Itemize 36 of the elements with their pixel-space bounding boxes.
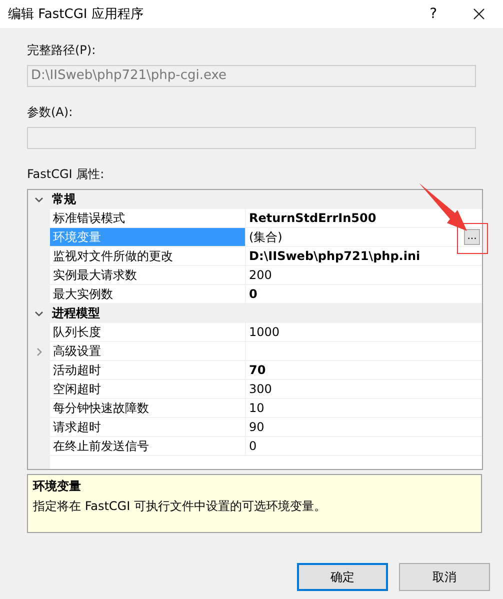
property-name[interactable]: 每分钟快速故障数: [50, 399, 246, 418]
property-value: D:\IISweb\php721\php.ini: [249, 249, 420, 263]
close-icon[interactable]: [473, 8, 485, 20]
field-label: 参数(A):: [27, 104, 74, 121]
property-name[interactable]: 高级设置: [50, 342, 246, 361]
chevron-down-icon[interactable]: [34, 194, 44, 204]
property-value: (集合): [249, 228, 282, 246]
property-name[interactable]: 实例最大请求数: [50, 266, 246, 285]
property-name[interactable]: 监视对文件所做的更改: [50, 247, 246, 266]
ellipsis-button[interactable]: ...: [464, 229, 480, 245]
property-value: 300: [249, 382, 272, 396]
category-title[interactable]: 常规: [50, 191, 76, 208]
category-title[interactable]: 进程模型: [50, 305, 100, 322]
callout-drawing: [419, 183, 488, 254]
property-value: 0: [249, 439, 257, 453]
property-name[interactable]: 空闲超时: [50, 380, 246, 399]
property-value: 10: [249, 401, 264, 415]
property-value: ReturnStdErrIn500: [249, 211, 376, 225]
property-name[interactable]: 在终止前发送信号: [50, 437, 246, 456]
description-title: 环境变量: [33, 478, 82, 495]
property-name[interactable]: 队列长度: [50, 323, 246, 342]
property-name[interactable]: 请求超时: [50, 418, 246, 437]
description-text: 指定将在 FastCGI 可执行文件中设置的可选环境变量。: [33, 498, 327, 515]
property-name[interactable]: 活动超时: [50, 361, 246, 380]
window-title: 编辑 FastCGI 应用程序: [8, 6, 144, 23]
property-value: 200: [249, 268, 272, 282]
field-label: 完整路径(P):: [27, 42, 97, 59]
property-value: 70: [249, 363, 266, 377]
property-value: 1000: [249, 325, 280, 339]
chevron-down-icon[interactable]: [34, 308, 44, 318]
property-value: 90: [249, 420, 264, 434]
section-label: FastCGI 属性:: [27, 166, 106, 183]
dialog-button[interactable]: 确定: [297, 563, 388, 591]
help-button[interactable]: ?: [430, 6, 437, 22]
property-value: 0: [249, 287, 258, 301]
dialog-button[interactable]: 取消: [399, 563, 490, 591]
